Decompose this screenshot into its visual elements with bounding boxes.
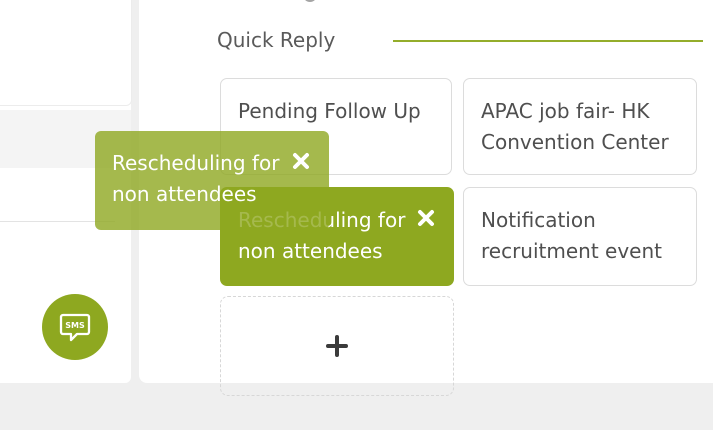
drag-ghost-text: Rescheduling for non attendees — [112, 148, 317, 210]
close-icon[interactable] — [416, 208, 436, 228]
section-title: Quick Reply — [217, 28, 336, 52]
card-text: Notification recruitment event — [481, 208, 663, 263]
left-card — [0, 0, 132, 106]
quick-reply-card-apac-job-fair[interactable]: APAC job fair- HK Convention Center — [463, 78, 697, 175]
heading-fragment — [303, 0, 321, 2]
close-icon[interactable] — [291, 151, 311, 171]
card-text: Pending Follow Up — [238, 99, 421, 123]
sms-button[interactable]: SMS — [42, 294, 108, 360]
svg-text:SMS: SMS — [65, 321, 85, 330]
title-underline — [393, 40, 703, 42]
add-quick-reply-button[interactable] — [220, 296, 454, 396]
sms-icon: SMS — [59, 313, 91, 342]
drag-ghost-card[interactable]: Rescheduling for non attendees — [95, 131, 329, 230]
drag-ghost-label: Rescheduling for non attendees — [112, 151, 280, 206]
quick-reply-card-notification[interactable]: Notification recruitment event — [463, 187, 697, 286]
card-text: APAC job fair- HK Convention Center — [481, 99, 669, 154]
plus-icon — [326, 335, 348, 357]
